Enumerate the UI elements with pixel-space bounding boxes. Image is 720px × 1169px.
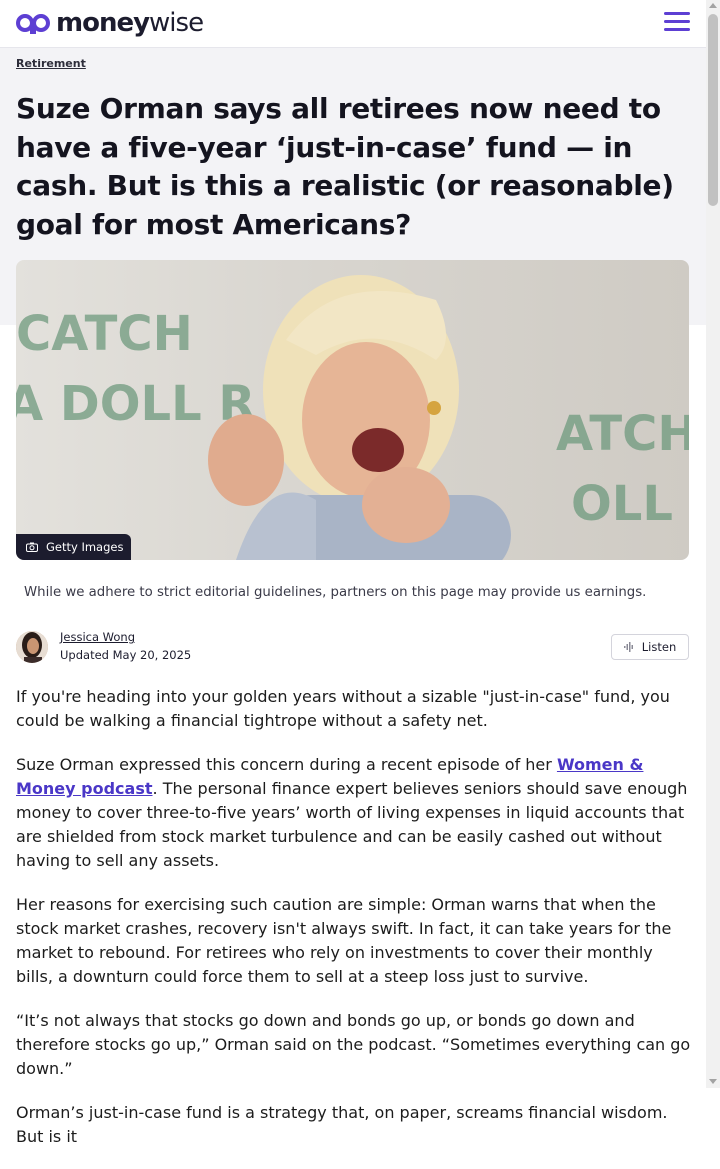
updated-date: Updated May 20, 2025 xyxy=(60,648,192,662)
paragraph-2-text-a: Suze Orman expressed this concern during… xyxy=(16,755,557,774)
svg-text:ATCH: ATCH xyxy=(556,406,689,462)
svg-text:OLL: OLL xyxy=(571,476,673,532)
svg-text:CATCH: CATCH xyxy=(16,306,193,362)
paragraph-3: Her reasons for exercising such caution … xyxy=(16,895,672,986)
photo-credit-text: Getty Images xyxy=(46,540,124,554)
editorial-disclaimer: While we adhere to strict editorial guid… xyxy=(24,585,647,600)
photo-illustration: CATCH A DOLL R ATCH OLL xyxy=(16,275,689,560)
moneywise-logo[interactable]: money wise xyxy=(16,8,204,38)
logo-text-money: money xyxy=(56,8,150,38)
site-header: money wise xyxy=(0,0,706,48)
paragraph-4: “It’s not always that stocks go down and… xyxy=(16,1011,691,1078)
listen-button[interactable]: Listen xyxy=(611,634,689,660)
author-row: Jessica Wong Updated May 20, 2025 Listen xyxy=(16,630,689,666)
breadcrumb-retirement[interactable]: Retirement xyxy=(16,57,86,70)
article-headline: Suze Orman says all retirees now need to… xyxy=(16,92,674,241)
photo-credit-badge: Getty Images xyxy=(16,534,132,560)
author-avatar[interactable] xyxy=(16,631,48,663)
logo-mark-icon xyxy=(16,14,50,34)
paragraph-5: Orman’s just-in-case fund is a strategy … xyxy=(16,1103,668,1146)
article-hero-photo: CATCH A DOLL R ATCH OLL xyxy=(16,260,689,560)
svg-text:A DOLL R: A DOLL R xyxy=(16,376,255,432)
scroll-down-arrow-icon[interactable] xyxy=(709,1079,717,1084)
article-body: If you're heading into your golden years… xyxy=(16,685,692,1169)
scrollbar-thumb[interactable] xyxy=(708,14,718,206)
paragraph-1: If you're heading into your golden years… xyxy=(16,687,670,730)
scroll-up-arrow-icon[interactable] xyxy=(709,3,717,8)
avatar-illustration xyxy=(16,631,48,663)
author-name-link[interactable]: Jessica Wong xyxy=(60,630,135,644)
paragraph-2: Suze Orman expressed this concern during… xyxy=(16,753,692,873)
camera-icon xyxy=(26,542,38,552)
listen-label: Listen xyxy=(641,640,677,654)
hamburger-menu-icon[interactable] xyxy=(664,12,690,34)
audio-wave-icon xyxy=(623,642,633,652)
logo-text-wise: wise xyxy=(149,8,204,38)
